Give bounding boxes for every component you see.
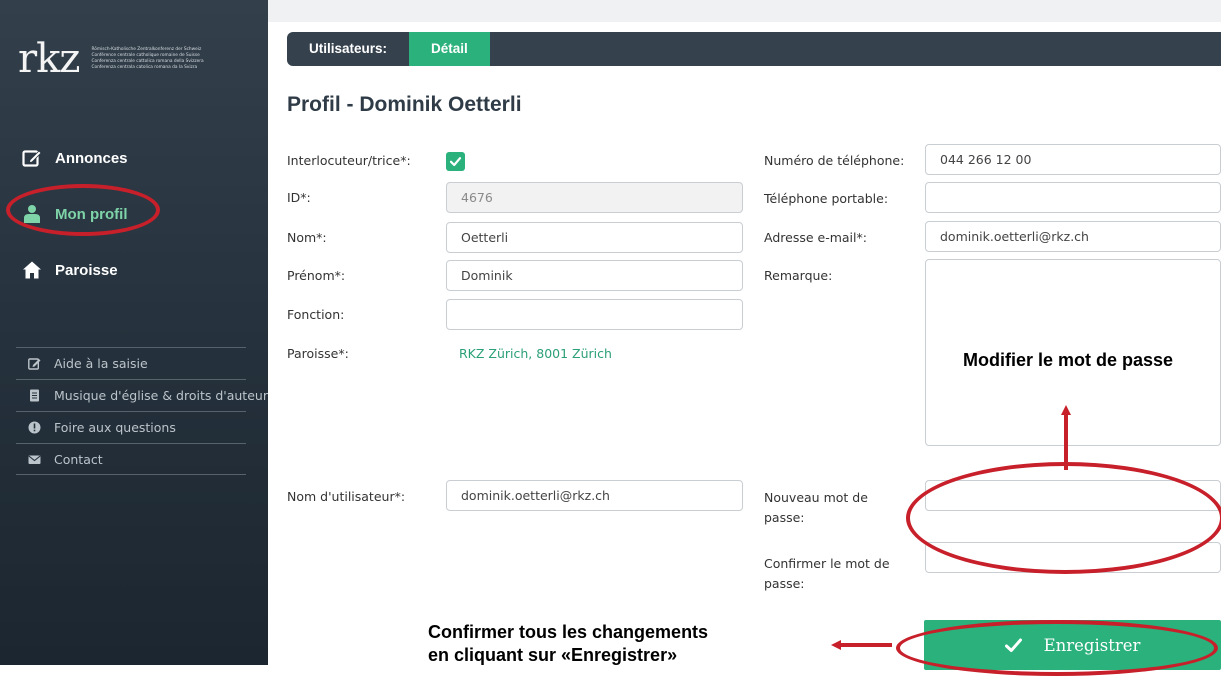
check-icon bbox=[449, 157, 462, 167]
sidebar: rkz Römisch-Katholische Zentralkonferenz… bbox=[0, 0, 268, 665]
sidebar-item-aide-saisie[interactable]: Aide à la saisie bbox=[16, 347, 246, 379]
sidebar-item-annonces[interactable]: Annonces bbox=[0, 130, 268, 186]
prenom-label: Prénom*: bbox=[287, 268, 346, 283]
sidebar-item-contact[interactable]: Contact bbox=[16, 443, 246, 475]
document-icon bbox=[30, 389, 39, 402]
sidebar-item-label: Paroisse bbox=[55, 261, 118, 279]
sidebar-item-paroisse[interactable]: Paroisse bbox=[0, 242, 268, 298]
confirm-password-label: Confirmer le mot de passe: bbox=[764, 556, 890, 591]
interlocutor-checkbox[interactable] bbox=[446, 152, 465, 171]
fonction-input[interactable] bbox=[446, 299, 743, 330]
username-label: Nom d'utilisateur*: bbox=[287, 489, 406, 504]
nom-label: Nom*: bbox=[287, 230, 327, 245]
rkz-logo[interactable]: rkz Römisch-Katholische Zentralkonferenz… bbox=[18, 34, 204, 84]
annotation-ring-save bbox=[896, 620, 1218, 676]
top-strip bbox=[268, 0, 1221, 22]
annotation-ring-password bbox=[906, 462, 1221, 574]
nom-input[interactable]: Oetterli bbox=[446, 222, 743, 253]
email-label: Adresse e-mail*: bbox=[764, 230, 867, 245]
id-field: 4676 bbox=[446, 182, 743, 213]
paroisse-label: Paroisse*: bbox=[287, 346, 349, 361]
annotation-password-note: Modifier le mot de passe bbox=[963, 350, 1174, 370]
page-title: Profil - Dominik Oetterli bbox=[287, 93, 522, 116]
phone-input[interactable]: 044 266 12 00 bbox=[925, 144, 1221, 175]
annotation-ring-mon-profil bbox=[6, 184, 160, 236]
breadcrumb: Utilisateurs: Détail bbox=[287, 32, 1221, 66]
sidebar-item-musique-droits[interactable]: Musique d'église & droits d'auteur bbox=[16, 379, 268, 411]
edit-icon bbox=[28, 358, 41, 370]
prenom-input[interactable]: Dominik bbox=[446, 260, 743, 291]
remark-label: Remarque: bbox=[764, 268, 833, 283]
username-input[interactable]: dominik.oetterli@rkz.ch bbox=[446, 480, 743, 511]
paroisse-value: RKZ Zürich, 8001 Zürich bbox=[459, 346, 612, 361]
breadcrumb-utilisateurs[interactable]: Utilisateurs: bbox=[287, 32, 409, 66]
info-icon bbox=[28, 421, 41, 434]
new-password-label: Nouveau mot de passe: bbox=[764, 490, 868, 525]
mobile-label: Téléphone portable: bbox=[764, 191, 889, 206]
mail-icon bbox=[28, 455, 41, 464]
annotation-save-note-line2: en cliquant sur «Enregistrer» bbox=[428, 645, 678, 665]
id-label: ID*: bbox=[287, 190, 311, 205]
email-input[interactable]: dominik.oetterli@rkz.ch bbox=[925, 221, 1221, 252]
home-icon bbox=[23, 261, 41, 279]
phone-label: Numéro de téléphone: bbox=[764, 153, 905, 168]
sidebar-item-label: Annonces bbox=[55, 149, 128, 167]
edit-icon bbox=[22, 150, 42, 167]
annotation-save-note-line1: Confirmer tous les changements bbox=[428, 622, 709, 642]
secondary-nav: Aide à la saisie Musique d'église & droi… bbox=[16, 347, 268, 475]
sidebar-item-faq[interactable]: Foire aux questions bbox=[16, 411, 246, 443]
interlocutor-label: Interlocuteur/trice*: bbox=[287, 153, 411, 168]
logo-tagline: Römisch-Katholische Zentralkonferenz der… bbox=[91, 47, 204, 70]
logo-mark: rkz bbox=[18, 36, 80, 82]
mobile-input[interactable] bbox=[925, 182, 1221, 213]
breadcrumb-detail: Détail bbox=[409, 32, 490, 66]
fonction-label: Fonction: bbox=[287, 307, 345, 322]
